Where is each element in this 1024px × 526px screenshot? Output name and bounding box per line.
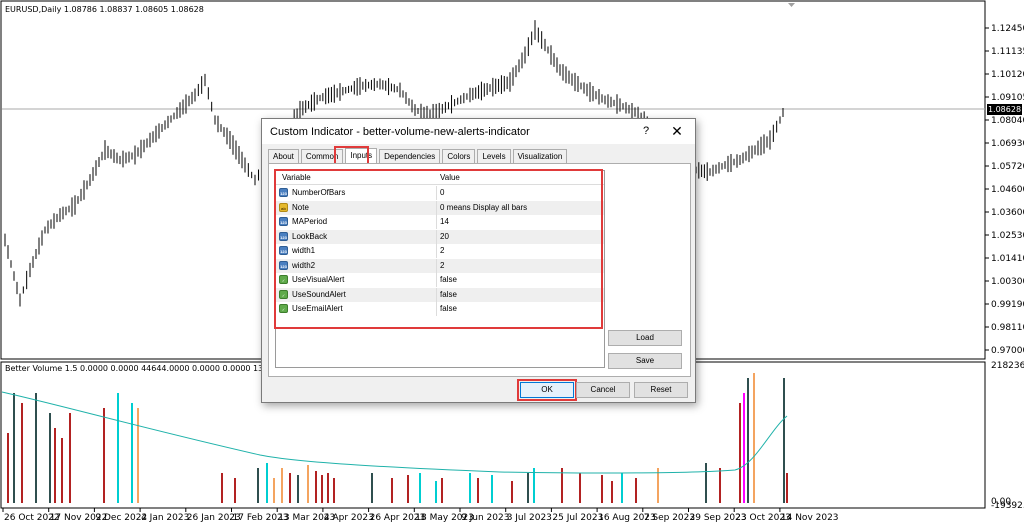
load-button[interactable]: Load bbox=[608, 330, 682, 346]
price-axis-label: 0.99190 bbox=[991, 300, 1024, 310]
tab-colors[interactable]: Colors bbox=[442, 149, 476, 163]
tab-dependencies[interactable]: Dependencies bbox=[379, 149, 441, 163]
inputs-grid-highlight bbox=[274, 169, 603, 329]
tab-strip: About Common Inputs Dependencies Colors … bbox=[268, 148, 569, 164]
subwindow-axis-label: -19392.2 bbox=[991, 501, 1024, 511]
ok-button-highlight bbox=[517, 379, 577, 401]
price-axis-label: 1.09105 bbox=[991, 93, 1024, 103]
price-axis-label: 0.97000 bbox=[991, 346, 1024, 356]
date-axis-label: 7 Sep 2023 bbox=[644, 513, 695, 523]
reset-button[interactable]: Reset bbox=[634, 382, 688, 398]
shift-marker-icon bbox=[788, 3, 795, 7]
dialog-title: Custom Indicator - better-volume-new-ale… bbox=[270, 126, 530, 138]
tab-visualization[interactable]: Visualization bbox=[512, 149, 568, 163]
dialog-titlebar[interactable]: Custom Indicator - better-volume-new-ale… bbox=[262, 119, 695, 144]
price-axis-label: 1.03600 bbox=[991, 208, 1024, 218]
price-axis-label: 1.01410 bbox=[991, 254, 1024, 264]
custom-indicator-dialog: Custom Indicator - better-volume-new-ale… bbox=[261, 118, 696, 403]
close-button[interactable]: ✕ bbox=[666, 122, 688, 140]
price-axis-label: 1.11135 bbox=[991, 47, 1024, 57]
help-button[interactable]: ? bbox=[638, 123, 654, 139]
tab-levels[interactable]: Levels bbox=[477, 149, 511, 163]
date-axis-label: 4 Jan 2023 bbox=[141, 513, 189, 523]
price-axis-label: 1.10120 bbox=[991, 70, 1024, 80]
price-axis-label: 1.00300 bbox=[991, 277, 1024, 287]
mt4-terminal: 1.12450 1.11135 1.10120 1.09105 1.08040 1.069… bbox=[0, 0, 1024, 526]
volume-ma-line bbox=[1, 391, 788, 474]
current-price-tag: 1.08628 bbox=[987, 104, 1022, 115]
date-axis-label: 4 Apr 2023 bbox=[324, 513, 374, 523]
price-axis-label: 1.04600 bbox=[991, 185, 1024, 195]
save-button[interactable]: Save bbox=[608, 353, 682, 369]
price-axis-label: 1.02530 bbox=[991, 231, 1024, 241]
date-axis-label: 9 Dec 2022 bbox=[95, 513, 147, 523]
chart-header: EURUSD,Daily 1.08786 1.08837 1.08605 1.0… bbox=[5, 5, 204, 14]
price-axis-label: 1.08040 bbox=[991, 116, 1024, 126]
price-axis-label: 0.98110 bbox=[991, 323, 1024, 333]
subwindow-axis-label: 218236.2 bbox=[991, 361, 1024, 371]
cancel-button[interactable]: Cancel bbox=[576, 382, 630, 398]
tab-about[interactable]: About bbox=[268, 149, 299, 163]
price-axis-label: 1.06930 bbox=[991, 139, 1024, 149]
date-axis-label: 14 Nov 2023 bbox=[781, 513, 839, 523]
price-axis-label: 1.05720 bbox=[991, 162, 1024, 172]
date-axis-label: 25 Jul 2023 bbox=[552, 513, 603, 523]
date-axis-label: 3 Jul 2023 bbox=[507, 513, 552, 523]
date-axis-label: 9 Jun 2023 bbox=[461, 513, 509, 523]
price-axis-label: 1.12450 bbox=[991, 24, 1024, 34]
